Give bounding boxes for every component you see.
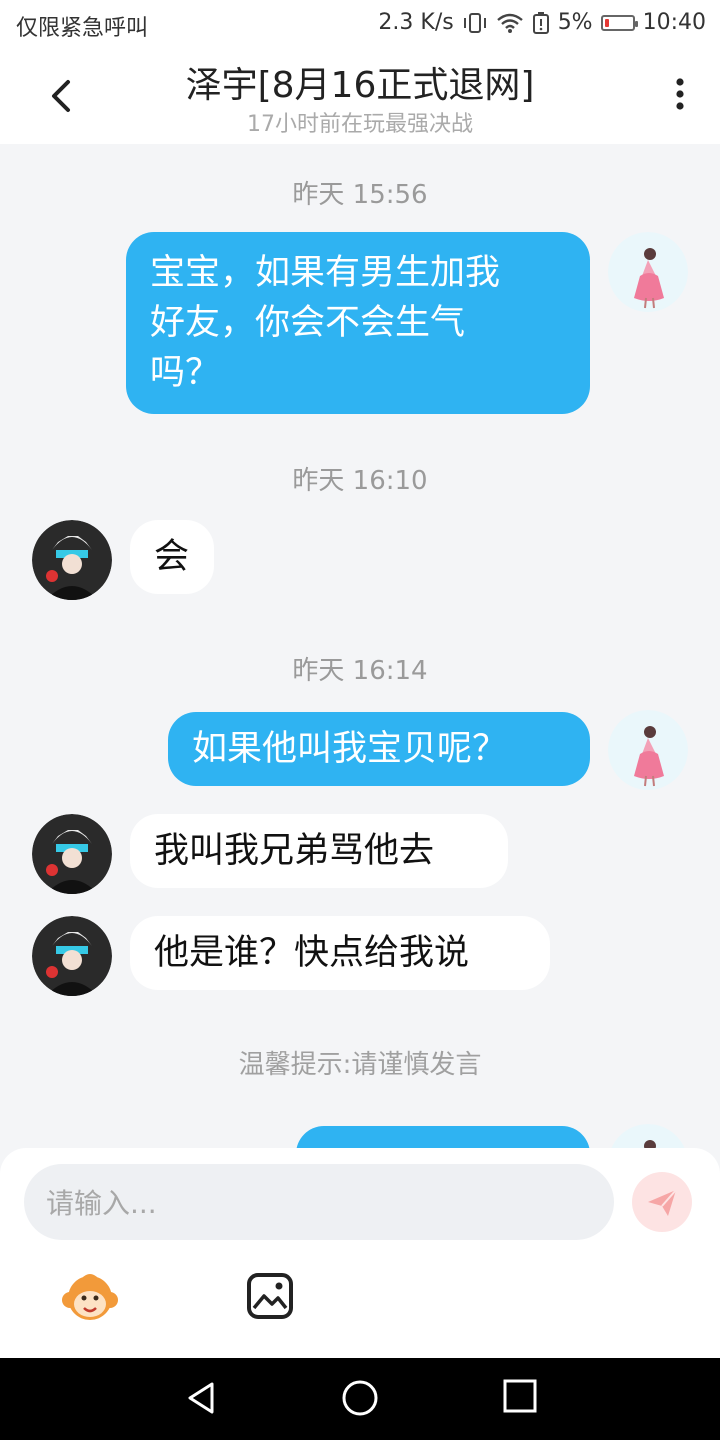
emoji-button[interactable] — [60, 1270, 120, 1326]
image-icon — [247, 1273, 293, 1319]
message-line: 吗？ — [150, 353, 221, 393]
contact-avatar[interactable] — [32, 814, 112, 894]
wifi-icon — [496, 13, 523, 33]
battery-alert-icon — [532, 11, 549, 34]
contact-avatar[interactable] — [32, 916, 112, 996]
vibrate-icon — [463, 12, 486, 33]
message-input[interactable]: 请输入... — [24, 1164, 614, 1240]
battery-icon — [600, 14, 638, 31]
status-bar: 仅限紧急呼叫 2.3 K/s 5% 10:40 — [0, 0, 720, 48]
message-bubble-sent[interactable]: 如果他叫我宝贝呢？ — [168, 712, 590, 786]
chat-header: 泽宇[8月16正式退网] 17小时前在玩最强决战 — [0, 48, 720, 144]
message-bubble-sent[interactable]: 宝宝，如果有男生加我 好友，你会不会生气 吗？ — [126, 232, 590, 414]
message-line: 好友，你会不会生气 — [150, 303, 466, 343]
my-avatar[interactable] — [608, 232, 688, 312]
message-bubble-received[interactable]: 他是谁？快点给我说 — [130, 916, 550, 990]
warning-tip: 温馨提示:请谨慎发言 — [238, 1050, 482, 1080]
nav-recent-icon[interactable] — [502, 1378, 538, 1414]
composer: 请输入... — [0, 1148, 720, 1358]
paper-plane-icon — [648, 1189, 677, 1216]
my-avatar[interactable] — [608, 710, 688, 790]
net-speed: 2.3 K/s — [378, 10, 454, 35]
more-vertical-icon[interactable] — [670, 76, 690, 116]
send-button[interactable] — [632, 1172, 692, 1232]
message-bubble-received[interactable]: 我叫我兄弟骂他去 — [130, 814, 508, 888]
page-title: 泽宇[8月16正式退网] — [185, 65, 535, 106]
nav-back-icon[interactable] — [182, 1378, 222, 1418]
message-line: 宝宝，如果有男生加我 — [150, 253, 501, 293]
page-subtitle: 17小时前在玩最强决战 — [247, 112, 473, 137]
status-right: 2.3 K/s 5% 10:40 — [378, 10, 706, 35]
battery-percent: 5% — [557, 10, 593, 35]
system-nav-bar — [0, 1358, 720, 1440]
timestamp: 昨天 15:56 — [292, 180, 428, 210]
message-bubble-sent-partial[interactable] — [296, 1126, 590, 1148]
contact-avatar[interactable] — [32, 520, 112, 600]
timestamp: 昨天 16:14 — [292, 656, 428, 686]
message-bubble-received[interactable]: 会 — [130, 520, 214, 594]
status-time: 10:40 — [642, 10, 706, 35]
nav-home-icon[interactable] — [340, 1376, 380, 1416]
timestamp: 昨天 16:10 — [292, 466, 428, 496]
status-left-text: 仅限紧急呼叫 — [16, 16, 149, 41]
chat-area[interactable]: 昨天 15:56 宝宝，如果有男生加我 好友，你会不会生气 吗？ 昨天 16:1… — [0, 144, 720, 1148]
my-avatar[interactable] — [608, 1124, 688, 1148]
image-button[interactable] — [246, 1272, 294, 1320]
monkey-emoji-icon — [62, 1274, 118, 1320]
